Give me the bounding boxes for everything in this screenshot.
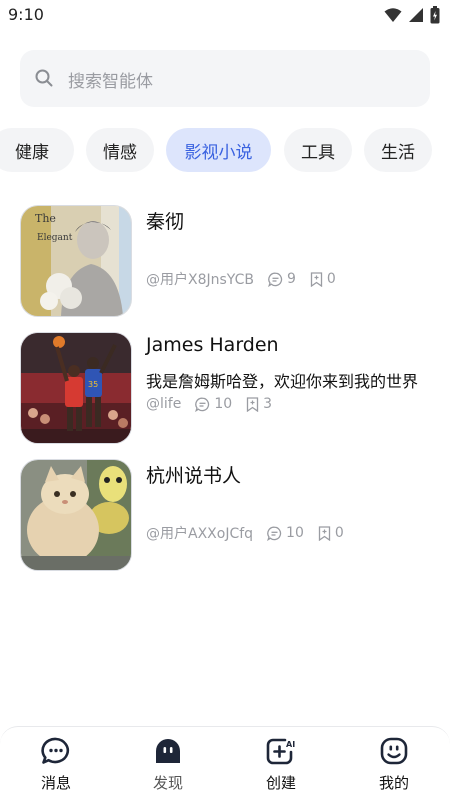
- nav-label: 发现: [152, 774, 183, 792]
- comment-count: 9: [268, 271, 296, 287]
- comment-icon: [195, 397, 214, 412]
- nav-create[interactable]: AI 创建: [241, 737, 321, 797]
- agent-thumbnail: [20, 459, 132, 571]
- agent-meta: @用户AXXoJCfq 10 0: [146, 523, 344, 543]
- agent-title: 秦彻: [146, 211, 185, 233]
- tab-film-fiction[interactable]: 影视小说: [166, 128, 271, 172]
- battery-icon: [430, 6, 440, 24]
- tab-label: 情感: [103, 142, 137, 163]
- agent-meta: @用户X8JnsYCB 9 0: [146, 269, 336, 289]
- agent-title: James Harden: [146, 334, 279, 356]
- svg-text:Elegant: Elegant: [37, 233, 73, 243]
- search-bar[interactable]: 搜索智能体: [20, 50, 430, 107]
- nav-profile[interactable]: 我的: [354, 737, 434, 797]
- save-count: 0: [310, 271, 336, 287]
- list-item[interactable]: 35 James Harden 我是詹姆斯哈登，欢迎你来到我的世界 @life …: [20, 332, 430, 444]
- bookmark-icon: [318, 525, 335, 541]
- agent-description: 我是詹姆斯哈登，欢迎你来到我的世界: [146, 372, 419, 391]
- nav-messages[interactable]: 消息: [16, 737, 96, 797]
- nav-discover[interactable]: 发现: [128, 737, 208, 797]
- bottom-nav: 消息 发现 AI 创建 我的: [0, 726, 450, 800]
- svg-text:AI: AI: [286, 740, 295, 749]
- nav-label: 我的: [378, 774, 409, 792]
- agent-meta: @life 10 3: [146, 396, 272, 412]
- comment-count-value: 9: [286, 271, 296, 287]
- status-time: 9:10: [8, 5, 44, 24]
- agent-author: @用户X8JnsYCB: [146, 272, 254, 288]
- agent-thumbnail: The Elegant: [20, 205, 132, 317]
- tab-label: 影视小说: [184, 142, 253, 163]
- tab-label: 生活: [381, 142, 415, 163]
- svg-text:The: The: [35, 212, 56, 225]
- comment-icon: [268, 272, 287, 287]
- tab-tools[interactable]: 工具: [284, 128, 352, 172]
- save-count: 3: [246, 396, 272, 412]
- comment-count-value: 10: [214, 396, 233, 412]
- bookmark-icon: [246, 396, 263, 412]
- status-icons: [384, 6, 440, 24]
- agent-thumbnail: 35: [20, 332, 132, 444]
- create-ai-icon: AI: [241, 737, 321, 765]
- tab-label: 健康: [15, 142, 49, 163]
- tab-label: 工具: [301, 142, 335, 163]
- discover-icon: [128, 737, 208, 765]
- save-count-value: 0: [334, 525, 344, 541]
- comment-count: 10: [267, 525, 304, 541]
- nav-label: 创建: [265, 774, 296, 792]
- category-tabs: 健康 情感 影视小说 工具 生活: [0, 128, 450, 172]
- agent-title: 杭州说书人: [146, 465, 242, 487]
- tab-health[interactable]: 健康: [0, 128, 74, 172]
- search-input-placeholder: 搜索智能体: [68, 72, 153, 92]
- svg-text:35: 35: [88, 380, 98, 389]
- bookmark-icon: [310, 271, 327, 287]
- message-icon: [16, 737, 96, 765]
- nav-label: 消息: [40, 774, 71, 792]
- list-item[interactable]: 杭州说书人 @用户AXXoJCfq 10 0: [20, 459, 430, 571]
- save-count-value: 3: [263, 396, 273, 412]
- comment-count: 10: [195, 396, 232, 412]
- signal-icon: [408, 7, 424, 23]
- save-count-value: 0: [326, 271, 336, 287]
- save-count: 0: [318, 525, 344, 541]
- status-bar: 9:10: [0, 0, 450, 32]
- comment-icon: [267, 526, 286, 541]
- list-item[interactable]: The Elegant 秦彻 @用户X8JnsYCB 9 0: [20, 205, 430, 317]
- comment-count-value: 10: [286, 525, 304, 541]
- search-icon: [34, 68, 54, 88]
- wifi-icon: [384, 7, 402, 23]
- profile-icon: [354, 737, 434, 765]
- agent-author: @用户AXXoJCfq: [146, 526, 254, 542]
- agent-author: @life: [146, 396, 182, 412]
- tab-emotion[interactable]: 情感: [86, 128, 154, 172]
- tab-life[interactable]: 生活: [364, 128, 432, 172]
